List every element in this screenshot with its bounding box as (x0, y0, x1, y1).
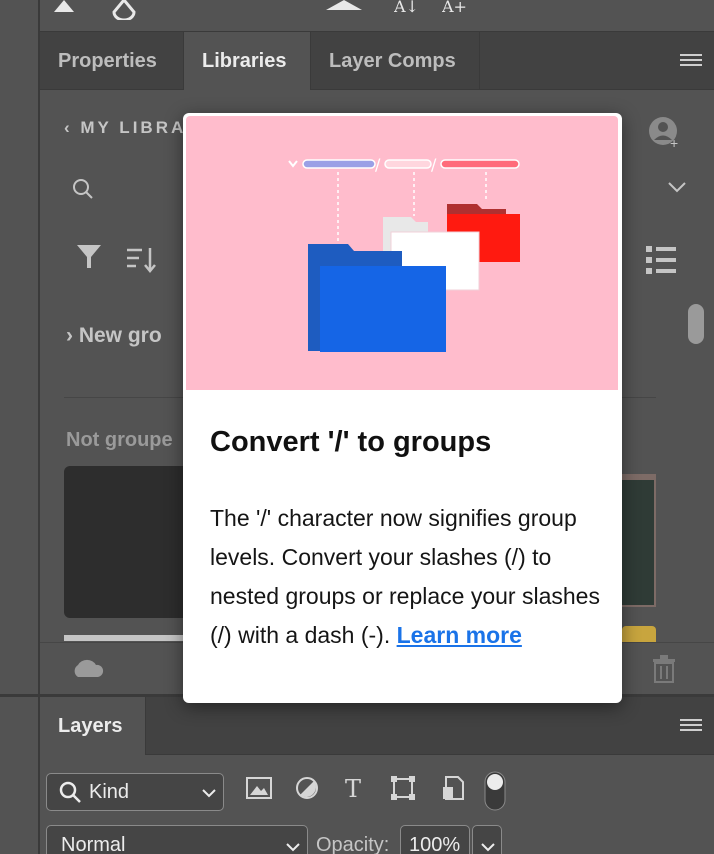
filter-toggle-switch[interactable] (484, 771, 506, 811)
opacity-label: Opacity: (316, 834, 390, 854)
search-icon (59, 781, 81, 803)
mountain-small-icon[interactable] (52, 0, 76, 14)
chevron-down-icon (202, 789, 216, 798)
chevron-down-icon (481, 843, 495, 852)
mountain-large-icon[interactable] (326, 0, 362, 12)
chevron-down-icon[interactable] (666, 180, 688, 194)
thumbnail-image (622, 480, 654, 605)
sort-icon[interactable] (126, 246, 158, 274)
pixel-layer-filter-icon[interactable] (246, 775, 272, 801)
library-back-link[interactable]: ‹ MY LIBRA (64, 118, 186, 138)
chevron-right-icon: › (66, 324, 79, 347)
layer-filter-kind-select[interactable]: Kind (46, 773, 224, 811)
character-toolbar-strip: A↓ A+ (40, 0, 714, 32)
svg-text:+: + (670, 135, 678, 150)
scrollbar-thumb[interactable] (688, 304, 704, 344)
folders-illustration: / / (186, 116, 618, 390)
blend-mode-value: Normal (61, 834, 126, 854)
font-size-down-icon[interactable]: A↓ (394, 0, 424, 16)
drop-icon[interactable] (110, 0, 138, 20)
opacity-input[interactable]: 100% (400, 825, 470, 854)
libraries-tabbar: Properties Libraries Layer Comps (40, 32, 714, 90)
opacity-dropdown-button[interactable] (472, 825, 502, 854)
left-toolbar-gutter (0, 0, 40, 854)
svg-text:/: / (375, 155, 381, 174)
filter-kind-value: Kind (89, 781, 130, 803)
svg-text:T: T (345, 775, 361, 801)
trash-icon[interactable] (652, 655, 676, 683)
tab-properties[interactable]: Properties (40, 32, 184, 90)
tab-layers[interactable]: Layers (40, 697, 146, 755)
add-collaborator-icon[interactable]: + (648, 116, 682, 150)
svg-text:A↓: A↓ (394, 0, 419, 16)
layers-panel-menu-icon[interactable] (680, 719, 702, 733)
list-view-icon[interactable] (646, 246, 676, 274)
layers-panel: Layers Kind T Normal Opacity: 100% (40, 697, 714, 854)
convert-slashes-popover: / / Convert '/' to groups The '/' charac… (183, 113, 622, 703)
type-layer-filter-icon[interactable]: T (342, 775, 368, 801)
popover-title: Convert '/' to groups (210, 426, 492, 458)
svg-text:A+: A+ (442, 0, 467, 16)
nested-folders-illustration: / / (288, 155, 520, 352)
svg-text:/: / (431, 155, 437, 174)
section-not-grouped: Not groupe (66, 429, 173, 451)
layers-tabbar: Layers (40, 697, 714, 755)
group-name: New gro (78, 324, 162, 347)
tab-libraries[interactable]: Libraries (184, 32, 311, 90)
library-name: MY LIBRA (80, 118, 187, 137)
chevron-left-icon: ‹ (64, 118, 81, 137)
smart-object-filter-icon[interactable] (440, 775, 466, 801)
shape-layer-filter-icon[interactable] (390, 775, 416, 801)
filter-icon[interactable] (76, 244, 102, 270)
group-row-new-group[interactable]: › New gro (66, 324, 162, 348)
tab-layer-comps[interactable]: Layer Comps (311, 32, 480, 90)
popover-body: The '/' character now signifies group le… (210, 499, 605, 655)
panel-menu-icon[interactable] (680, 54, 702, 68)
cloud-icon[interactable] (70, 657, 104, 679)
chevron-down-icon (286, 843, 300, 852)
adjustment-layer-filter-icon[interactable] (294, 775, 320, 801)
blend-mode-select[interactable]: Normal (46, 825, 308, 854)
search-icon[interactable] (72, 178, 94, 200)
learn-more-link[interactable]: Learn more (397, 622, 522, 648)
font-size-up-icon[interactable]: A+ (442, 0, 472, 16)
